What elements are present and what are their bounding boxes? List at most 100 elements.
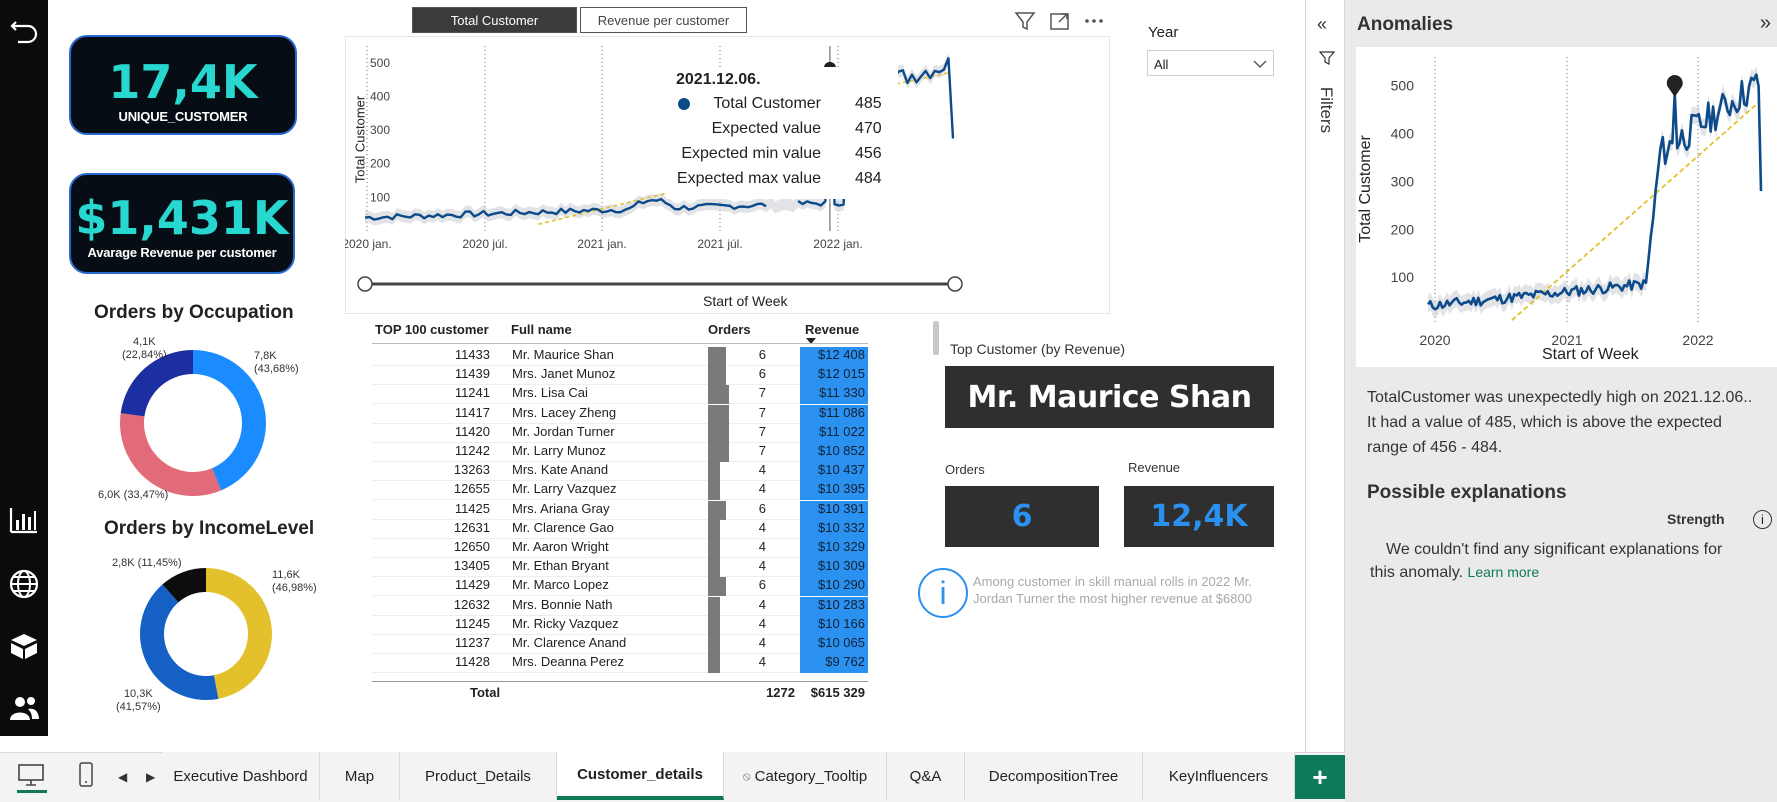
box-icon[interactable] (6, 628, 42, 664)
range-slider-end-handle[interactable] (947, 276, 963, 292)
main-x-tick: 2020 júl. (462, 237, 507, 251)
strength-info-icon[interactable]: i (1753, 510, 1772, 529)
focus-mode-icon[interactable] (1049, 10, 1071, 32)
orders-card-label: Orders (945, 462, 985, 477)
more-options-icon[interactable] (1083, 10, 1105, 32)
tab-total-customer[interactable]: Total Customer (412, 7, 577, 33)
page-tab-map[interactable]: Map (320, 752, 400, 800)
tooltip-row-label: Expected min value (681, 145, 821, 162)
table-row[interactable]: 11237 Mr. Clarence Anand 4 $10 065 (372, 635, 868, 654)
orders-count: 6 (758, 577, 766, 593)
col-header-fullname[interactable]: Full name (511, 322, 572, 337)
customer-id: 11417 (454, 404, 490, 420)
collapse-left-icon[interactable]: « (1317, 14, 1327, 35)
table-row[interactable]: 11439 Mrs. Janet Munoz 6 $12 015 (372, 366, 868, 386)
tab-revenue-per-customer[interactable]: Revenue per customer (580, 7, 747, 33)
table-total-divider (372, 681, 868, 682)
filters-pane-collapsed[interactable]: « Filters (1305, 0, 1345, 802)
table-row[interactable]: 11433 Mr. Maurice Shan 6 $12 408 (372, 347, 868, 366)
occupation-label-1: 4,1K (22,84%) (122, 336, 167, 362)
collapse-right-icon[interactable]: » (1760, 12, 1771, 35)
next-page-icon[interactable]: ▶ (146, 770, 155, 784)
occupation-label-1a: 4,1K (133, 336, 156, 348)
page-tab-label: Product_Details (425, 767, 531, 785)
table-scrollbar[interactable] (933, 321, 939, 355)
add-page-button[interactable]: + (1295, 755, 1345, 799)
col-header-top100[interactable]: TOP 100 customer (375, 322, 489, 337)
anomaly-pin-marker[interactable] (1666, 75, 1683, 97)
orders-count: 7 (758, 443, 766, 458)
occupation-label-2b: (43,68%) (254, 363, 299, 375)
tooltip-row-value: 456 (855, 145, 882, 162)
learn-more-link[interactable]: Learn more (1468, 564, 1540, 580)
anomaly-description: TotalCustomer was unexpectedly high on 2… (1367, 389, 1753, 456)
page-tab-label: Q&A (909, 767, 942, 785)
table-row[interactable]: 11428 Mrs. Deanna Perez 4 $9 762 (372, 654, 868, 674)
avg-revenue-card: $1,431K Avarage Revenue per customer (69, 173, 295, 274)
page-tab-executive-dashbord[interactable]: Executive Dashbord (162, 752, 320, 800)
revenue-cell: $10 065 (800, 635, 868, 654)
unique-customer-card: 17,4K UNIQUE_CUSTOMER (69, 35, 297, 135)
page-tab-category-tooltip[interactable]: ⦸ Category_Tooltip (724, 752, 887, 800)
back-arrow-icon[interactable] (6, 10, 42, 46)
main-x-axis-label: Start of Week (703, 293, 788, 309)
table-row[interactable]: 13263 Mrs. Kate Anand 4 $10 437 (372, 462, 868, 482)
table-row[interactable]: 12631 Mr. Clarence Gao 4 $10 332 (372, 519, 868, 539)
table-row[interactable]: 11242 Mr. Larry Munoz 7 $10 852 (372, 443, 868, 462)
main-y-tick: 500 (370, 56, 390, 70)
anomaly-line-chart[interactable]: 5004003002001002020 2021 2022 (1356, 47, 1777, 367)
table-row[interactable]: 12655 Mr. Larry Vazquez 4 $10 395 (372, 481, 868, 501)
revenue-cell: $10 166 (800, 615, 868, 635)
col-header-orders[interactable]: Orders (708, 322, 751, 337)
anomaly-y-axis-label: Total Customer (1357, 135, 1374, 243)
table-row[interactable]: 11417 Mrs. Lacey Zheng 7 $11 086 (372, 404, 868, 424)
table-row[interactable]: 11245 Mr. Ricky Vazquez 4 $10 166 (372, 615, 868, 635)
page-tab-customer-details[interactable]: Customer_details (557, 752, 724, 800)
main-y-tick: 400 (370, 89, 390, 103)
anomaly-series-line (1426, 73, 1763, 311)
page-tab-product-details[interactable]: Product_Details (400, 752, 557, 800)
table-row[interactable]: 12650 Mr. Aaron Wright 4 $10 329 (372, 539, 868, 558)
table-row[interactable]: 11425 Mrs. Ariana Gray 6 $10 391 (372, 500, 868, 520)
income-label-2a: 11,6K (272, 569, 300, 581)
revenue-card-value: 12,4K (1124, 486, 1274, 547)
table-row[interactable]: 12632 Mrs. Bonnie Nath 4 $10 283 (372, 596, 868, 616)
range-slider-start-handle[interactable] (357, 276, 373, 292)
year-dropdown-value: All (1154, 57, 1169, 72)
occupation-slice[interactable] (120, 413, 222, 496)
prev-page-icon[interactable]: ◀ (118, 770, 127, 784)
revenue-cell: $10 437 (800, 462, 868, 482)
customer-name: Mr. Maurice Shan (512, 347, 614, 362)
main-x-tick: 2021 jan. (577, 237, 626, 251)
anomaly-x-tick: 2020 (1419, 332, 1450, 348)
page-tab-q-a[interactable]: Q&A (887, 752, 965, 800)
income-label-2b: (46,98%) (272, 582, 317, 594)
income-slice[interactable] (139, 584, 219, 700)
revenue-card-label: Revenue (1128, 460, 1181, 475)
customer-name: Mr. Aaron Wright (512, 539, 609, 554)
bar-chart-icon[interactable] (6, 502, 42, 538)
users-icon[interactable] (6, 690, 42, 726)
table-row[interactable]: 11429 Mr. Marco Lopez 6 $10 290 (372, 577, 868, 597)
page-tab-decompositiontree[interactable]: DecompositionTree (965, 752, 1143, 800)
tooltip-row-label: Expected max value (676, 170, 821, 187)
anomaly-expected-band (1428, 66, 1761, 318)
left-nav (0, 0, 48, 736)
occupation-chart-title: Orders by Occupation (94, 302, 294, 323)
col-header-revenue[interactable]: Revenue (805, 322, 859, 337)
filter-icon[interactable] (1014, 10, 1036, 32)
filter-funnel-icon (1319, 51, 1335, 65)
page-tab-keyinfluencers[interactable]: KeyInfluencers (1143, 752, 1295, 800)
table-row[interactable]: 13405 Mr. Ethan Bryant 4 $10 309 (372, 558, 868, 578)
desktop-view-icon[interactable] (17, 763, 45, 787)
table-row[interactable]: 11241 Mrs. Lisa Cai 7 $11 330 (372, 385, 868, 405)
page-tab-label: KeyInfluencers (1168, 767, 1269, 785)
page-tab-label: Executive Dashbord (173, 767, 308, 785)
main-y-label-wrap: Total Customer (352, 80, 368, 200)
mobile-view-icon[interactable] (78, 762, 94, 788)
globe-icon[interactable] (6, 566, 42, 602)
table-row[interactable]: 11420 Mr. Jordan Turner 7 $11 022 (372, 423, 868, 443)
orders-count: 4 (758, 596, 766, 612)
year-dropdown[interactable]: All (1147, 50, 1274, 76)
income-slice[interactable] (206, 568, 273, 699)
